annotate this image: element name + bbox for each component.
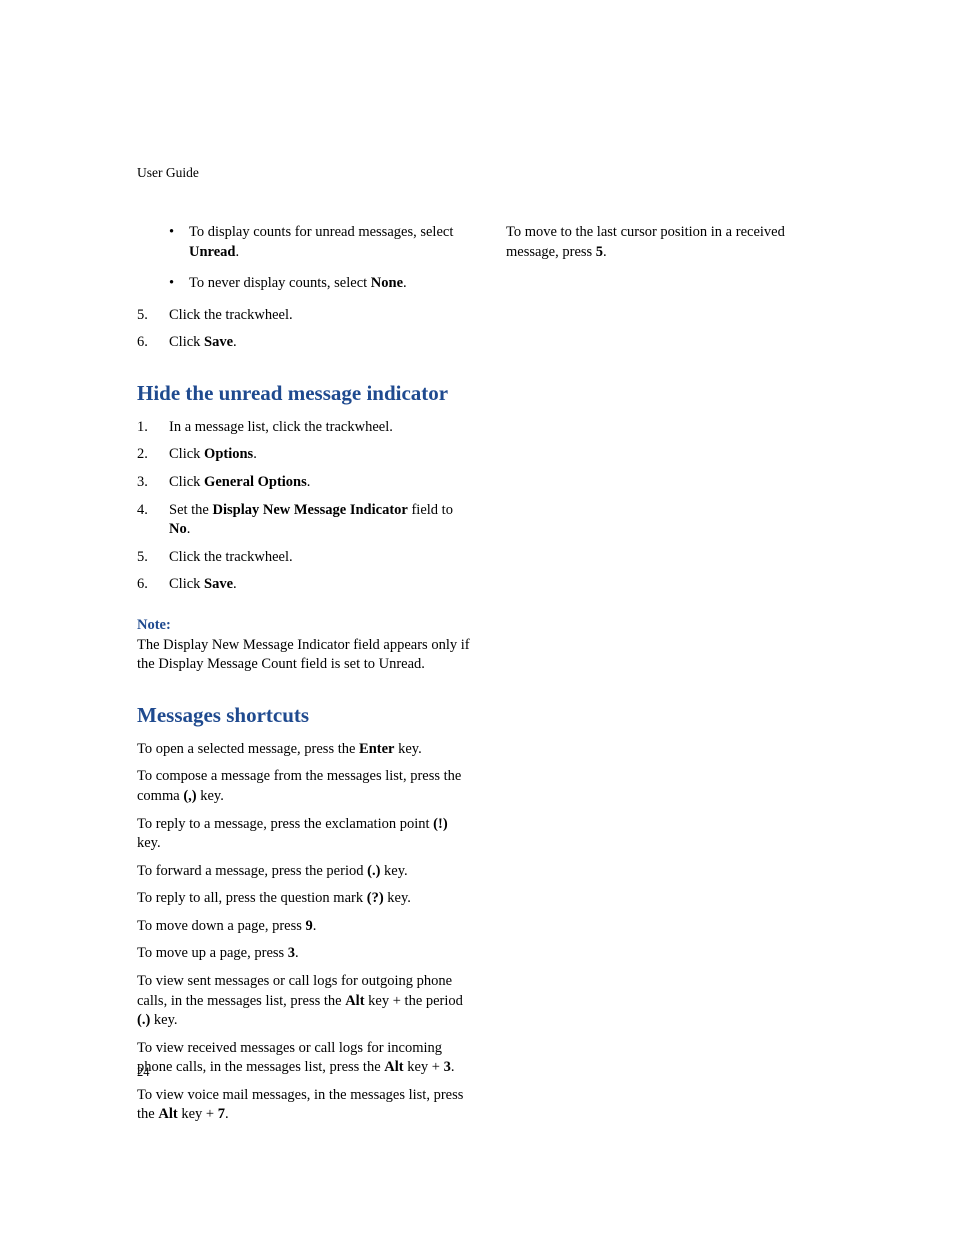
body-text: To move to the last cursor position in a…: [506, 223, 839, 262]
section-heading-shortcuts: Messages shortcuts: [137, 703, 470, 728]
body-text: To view voice mail messages, in the mess…: [137, 1086, 470, 1125]
list-item: Click General Options.: [137, 473, 470, 493]
list-item: Click Save.: [137, 333, 470, 353]
body-text: To reply to a message, press the exclama…: [137, 815, 470, 854]
right-column: To move to the last cursor position in a…: [506, 223, 839, 1133]
body-text: To reply to all, press the question mark…: [137, 889, 470, 909]
section-heading-hide-indicator: Hide the unread message indicator: [137, 381, 470, 406]
body-text: To view sent messages or call logs for o…: [137, 972, 470, 1031]
two-column-layout: To display counts for unread messages, s…: [137, 223, 839, 1133]
list-item: Set the Display New Message Indicator fi…: [137, 501, 470, 540]
body-text: To open a selected message, press the En…: [137, 740, 470, 760]
list-item: To never display counts, select None.: [137, 274, 470, 294]
page-header: User Guide: [137, 165, 839, 181]
list-item: To display counts for unread messages, s…: [137, 223, 470, 262]
numbered-list-continued: Click the trackwheel. Click Save.: [137, 306, 470, 353]
page-number: 24: [137, 1065, 150, 1080]
body-text: To move down a page, press 9.: [137, 917, 470, 937]
numbered-list-hide-indicator: In a message list, click the trackwheel.…: [137, 418, 470, 595]
note-body: The Display New Message Indicator field …: [137, 636, 470, 675]
list-item: Click Save.: [137, 575, 470, 595]
list-item: Click Options.: [137, 445, 470, 465]
list-item: In a message list, click the trackwheel.: [137, 418, 470, 438]
list-item: Click the trackwheel.: [137, 548, 470, 568]
list-item: Click the trackwheel.: [137, 306, 470, 326]
bullet-list-top: To display counts for unread messages, s…: [137, 223, 470, 294]
body-text: To compose a message from the messages l…: [137, 767, 470, 806]
document-page: User Guide To display counts for unread …: [0, 0, 954, 1235]
left-column: To display counts for unread messages, s…: [137, 223, 470, 1133]
note-label: Note:: [137, 617, 470, 634]
body-text: To move up a page, press 3.: [137, 944, 470, 964]
body-text: To view received messages or call logs f…: [137, 1039, 470, 1078]
body-text: To forward a message, press the period (…: [137, 862, 470, 882]
